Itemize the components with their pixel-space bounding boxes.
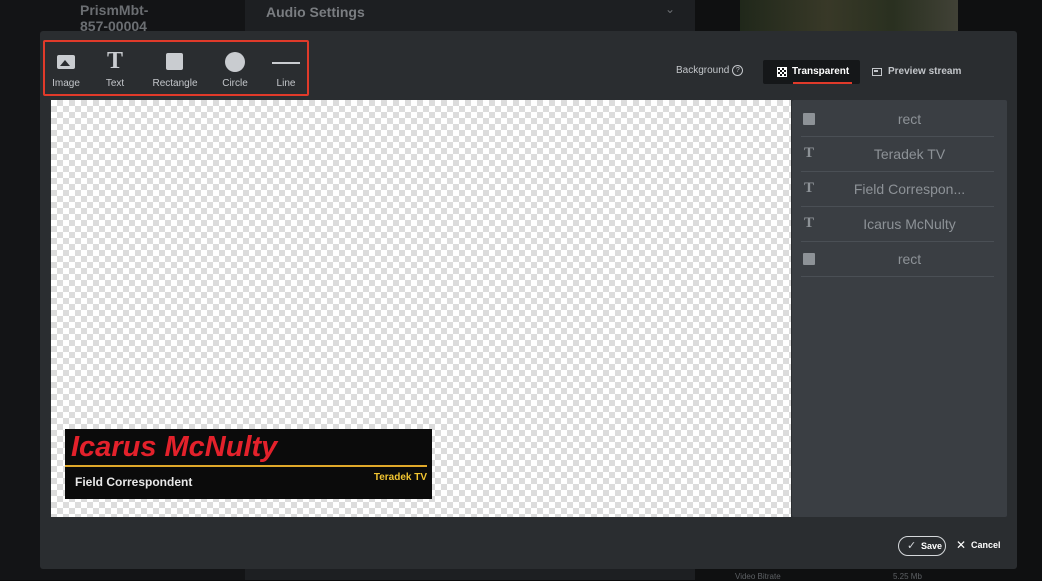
rectangle-icon — [803, 113, 815, 125]
rectangle-tool-button[interactable]: Rectangle — [147, 42, 203, 94]
image-tool-button[interactable]: Image — [47, 42, 85, 94]
line-tool-button[interactable]: Line — [267, 42, 305, 94]
lower-third-brand[interactable]: Teradek TV — [374, 472, 427, 483]
line-tool-label: Line — [276, 78, 296, 89]
rectangle-icon — [166, 53, 183, 70]
layer-label: Icarus McNulty — [863, 216, 956, 232]
text-tool-button[interactable]: T Text — [95, 42, 135, 94]
layer-label: rect — [897, 111, 922, 127]
check-icon: ✓ — [907, 540, 917, 552]
text-icon: T — [803, 215, 814, 231]
close-icon: ✕ — [956, 538, 967, 552]
rectangle-tool-label: Rectangle — [152, 78, 198, 89]
background-label-text: Background — [676, 65, 730, 77]
checkerboard-icon — [777, 67, 787, 77]
rectangle-icon — [803, 253, 815, 265]
device-name: PrismMbt- 857-00004 — [80, 2, 149, 34]
lower-third-name[interactable]: Icarus McNulty — [71, 430, 277, 464]
layer-item[interactable]: T Teradek TV — [801, 137, 994, 172]
transparent-label: Transparent — [792, 66, 850, 77]
active-indicator — [793, 82, 852, 84]
save-label: Save — [921, 541, 943, 551]
overlay-editor-modal: Image T Text Rectangle Circle Line Backg… — [40, 31, 1017, 569]
lower-third-graphic[interactable]: Icarus McNulty Field Correspondent Terad… — [65, 429, 432, 499]
circle-tool-label: Circle — [222, 78, 248, 89]
preview-stream-label: Preview stream — [888, 66, 962, 77]
text-icon: T — [106, 48, 123, 74]
text-tool-label: Text — [105, 78, 125, 89]
text-icon: T — [803, 145, 814, 161]
layer-label: rect — [897, 251, 922, 267]
transparent-background-button[interactable]: Transparent — [763, 60, 860, 84]
layer-item[interactable]: T Icarus McNulty — [801, 207, 994, 242]
save-button[interactable]: ✓ Save — [898, 536, 946, 556]
cancel-label: Cancel — [971, 540, 1001, 550]
editor-toolbar: Image T Text Rectangle Circle Line Backg… — [40, 31, 1017, 100]
lower-third-title[interactable]: Field Correspondent — [75, 475, 192, 489]
audio-settings-title: Audio Settings — [266, 4, 365, 20]
video-thumbnail — [740, 0, 958, 31]
circle-icon — [225, 52, 245, 72]
circle-tool-button[interactable]: Circle — [215, 42, 255, 94]
background-label: Background? — [676, 65, 744, 77]
preview-icon — [872, 68, 882, 76]
shape-tools-group: Image T Text Rectangle Circle Line — [43, 40, 309, 96]
chevron-down-icon: ⌄ — [665, 2, 676, 16]
layer-item[interactable]: rect — [801, 242, 994, 277]
line-icon — [272, 62, 300, 64]
layer-item[interactable]: rect — [801, 102, 994, 137]
image-icon — [57, 55, 75, 69]
help-icon[interactable]: ? — [732, 65, 744, 76]
layer-label: Field Correspon... — [853, 181, 966, 197]
layer-label: Teradek TV — [873, 146, 946, 162]
lower-third-divider[interactable] — [65, 465, 427, 467]
preview-stream-button[interactable]: Preview stream — [865, 60, 963, 84]
text-icon: T — [803, 180, 814, 196]
image-tool-label: Image — [52, 78, 80, 89]
layer-item[interactable]: T Field Correspon... — [801, 172, 994, 207]
layers-panel: rect T Teradek TV T Field Correspon... T… — [792, 100, 1007, 517]
cancel-button[interactable]: ✕ Cancel — [954, 536, 1006, 556]
overlay-canvas[interactable]: Icarus McNulty Field Correspondent Terad… — [51, 100, 791, 517]
